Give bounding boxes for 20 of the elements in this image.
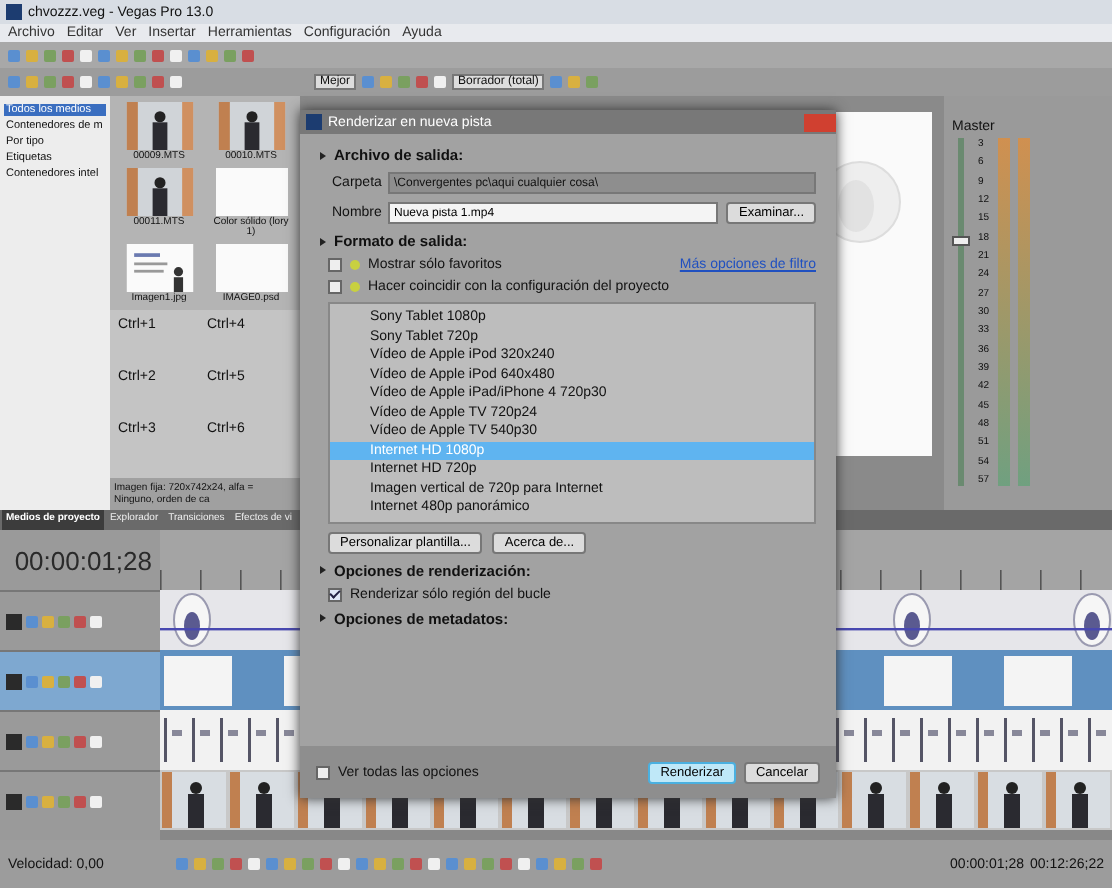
blank-thumbnail bbox=[215, 167, 287, 215]
favorite-icon bbox=[350, 282, 360, 292]
track-color-icon bbox=[6, 673, 22, 689]
checkbox[interactable] bbox=[328, 587, 342, 601]
checkbox[interactable] bbox=[328, 258, 342, 272]
collapse-icon[interactable] bbox=[320, 614, 326, 622]
collapse-icon[interactable] bbox=[320, 237, 326, 245]
track-color-icon bbox=[6, 613, 22, 629]
collapse-icon[interactable] bbox=[320, 151, 326, 159]
collapse-icon[interactable] bbox=[320, 566, 326, 574]
close-button[interactable] bbox=[804, 113, 836, 131]
checkbox[interactable] bbox=[316, 765, 330, 779]
timecode: 00:00:01;28 bbox=[12, 543, 154, 579]
track-color-icon bbox=[6, 733, 22, 749]
blank-thumbnail bbox=[215, 243, 287, 291]
app-icon bbox=[6, 4, 22, 20]
checkbox[interactable] bbox=[328, 280, 342, 294]
favorite-icon bbox=[350, 260, 360, 270]
track-color-icon bbox=[6, 793, 22, 809]
dialog-icon bbox=[306, 114, 322, 130]
